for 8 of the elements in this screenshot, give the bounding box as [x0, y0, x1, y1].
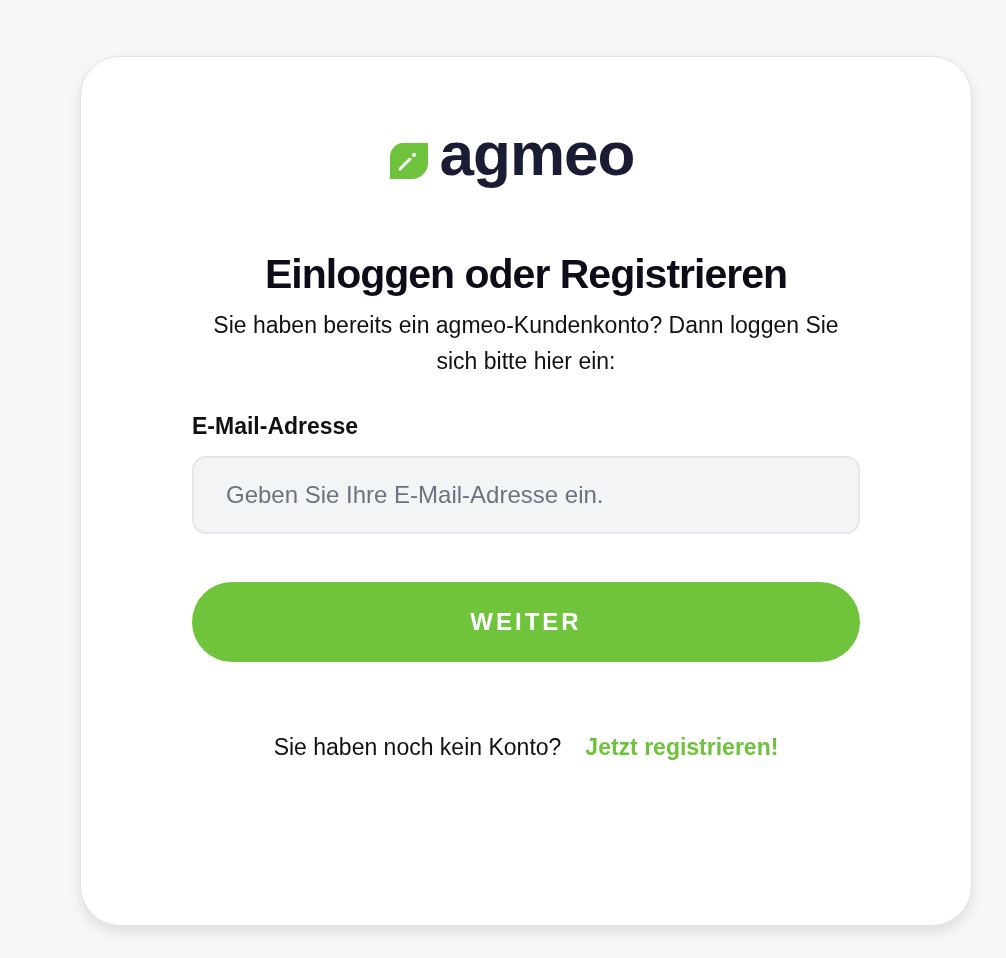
register-link[interactable]: Jetzt registrieren! [585, 734, 779, 761]
continue-button[interactable]: WEITER [192, 582, 860, 662]
page-title: Einloggen oder Registrieren [264, 250, 787, 299]
register-prompt: Sie haben noch kein Konto? [273, 734, 562, 761]
leaf-icon [387, 141, 430, 181]
email-label: E-Mail-Adresse [192, 413, 360, 440]
intro-text: Sie haben bereits ein agmeo-Kundenkonto? Dann loggen Sie sich bitte hier ein: [212, 311, 840, 376]
email-field[interactable]: Geben Sie Ihre E-Mail-Adresse ein. [192, 456, 860, 534]
